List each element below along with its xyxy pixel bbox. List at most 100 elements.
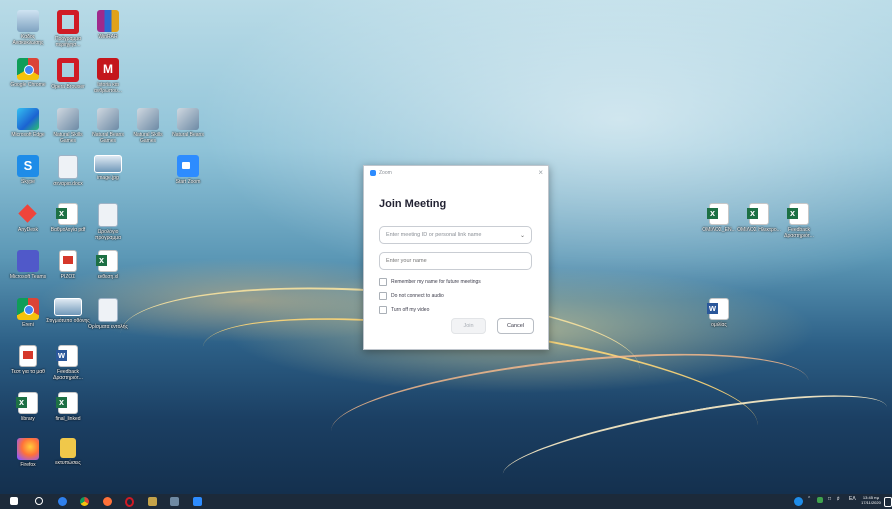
skype-icon: S	[17, 155, 39, 177]
desktop-icon-winrar[interactable]: WinRAR	[86, 10, 130, 40]
speaker-icon[interactable]: □	[828, 496, 831, 502]
light-streak	[326, 335, 814, 477]
desktop-icon-image-1[interactable]: image.jpg	[86, 155, 130, 181]
desktop-icon-excel-right-1[interactable]: ΟΜΙΛΟΣ_ΕΝ...	[697, 203, 741, 233]
chevron-up-icon[interactable]: ⌃	[807, 496, 811, 502]
opera-icon	[57, 10, 79, 34]
desktop-icon-folder[interactable]: εκτυπώσεις	[46, 438, 90, 466]
desktop-icon-document-1[interactable]: σεναρια.docx	[46, 155, 90, 187]
meeting-id-placeholder: Enter meeting ID or personal link name	[386, 232, 482, 238]
pdf-icon	[19, 345, 37, 367]
desktop-icon-opera[interactable]: Πρόγραμμα περιήγησ...	[46, 10, 90, 48]
teams-icon	[17, 250, 39, 272]
remember-name-label: Remember my name for future meetings	[391, 279, 481, 285]
desktop-icon-excel-right-2[interactable]: ΟΜΙΛΟΣ Ηλεκτρο...	[737, 203, 781, 233]
notifications-icon[interactable]	[884, 497, 892, 507]
desktop-icon-edge[interactable]: Microsoft Edge	[6, 108, 50, 138]
desktop-icon-natural-beans-1[interactable]: Natural Beans Games	[86, 108, 130, 144]
skype-tray-icon[interactable]	[794, 497, 803, 506]
video-off-option[interactable]: Turn off my video	[379, 306, 429, 314]
document-icon	[58, 155, 78, 179]
join-meeting-dialog: Zoom × Join Meeting Enter meeting ID or …	[363, 165, 549, 350]
edge-taskbar-icon[interactable]	[58, 497, 67, 506]
desktop-icon-teams[interactable]: Microsoft Teams	[6, 250, 50, 280]
start-windows-icon[interactable]	[10, 497, 18, 505]
desktop-icon-firefox[interactable]: Firefox	[6, 438, 50, 468]
chrome-icon	[17, 58, 39, 80]
excel-icon	[96, 250, 118, 272]
desktop-icon-natural-skills-1[interactable]: Natural Skills Games	[46, 108, 90, 144]
firefox-icon	[17, 438, 39, 460]
natural-skills-taskbar-icon[interactable]	[170, 497, 179, 506]
no-audio-checkbox[interactable]	[379, 292, 387, 300]
network-tray-icon[interactable]	[817, 497, 823, 503]
dialog-heading: Join Meeting	[379, 198, 447, 210]
desktop-icon-start-zoom[interactable]: Start Zoom	[166, 155, 210, 185]
desktop-icon-excel-right-3[interactable]: Feedback Δραστηριότ...	[777, 203, 821, 239]
desktop-icon-word-right[interactable]: ομιλίας	[697, 298, 741, 328]
desktop-icon-anydesk[interactable]: AnyDesk	[6, 203, 50, 233]
taskbar: ⌃ □ ♯ ΕΛ 13:45 πμ 17/11/2020	[0, 494, 892, 509]
desktop-icon-document-3[interactable]: Ορίσματα εντολής	[86, 298, 130, 330]
mcgraw-icon: M	[97, 58, 119, 80]
document-icon	[98, 203, 118, 227]
boat-icon	[57, 108, 79, 130]
zoom-icon	[177, 155, 199, 177]
zoom-taskbar-icon[interactable]	[193, 497, 202, 506]
clock-date: 17/11/2020	[861, 500, 881, 505]
meeting-id-input[interactable]: Enter meeting ID or personal link name ⌄	[379, 226, 532, 244]
pdf-icon	[59, 250, 77, 272]
excel-icon	[787, 203, 809, 225]
desktop-icon-natural-skills-2[interactable]: Natural Skills Games	[126, 108, 170, 144]
image-icon	[54, 298, 82, 316]
chrome-icon	[17, 298, 39, 320]
dialog-app-title: Zoom	[379, 170, 392, 176]
join-button[interactable]: Join	[451, 318, 486, 334]
desktop-icon-pdf-1[interactable]: ΡΙΖΟΣ	[46, 250, 90, 280]
winrar-icon	[97, 10, 119, 32]
desktop-icon-opera-browser[interactable]: Opera Browser	[46, 58, 90, 90]
desktop-icon-chrome-ereni[interactable]: Ereni	[6, 298, 50, 328]
desktop-icon-mcgraw[interactable]: M Ιstoria και ανθρώπου...	[86, 58, 130, 94]
desktop-icon-pdf-2[interactable]: Τεστ για τα μαθ	[6, 345, 50, 375]
desktop-icon-excel-2[interactable]: εκθεση.xl	[86, 250, 130, 280]
opera-taskbar-icon[interactable]	[125, 497, 134, 507]
excel-icon	[56, 203, 78, 225]
desktop-icon-excel-1[interactable]: Βαθμολογία pdf	[46, 203, 90, 233]
video-off-checkbox[interactable]	[379, 306, 387, 314]
close-icon[interactable]: ×	[538, 168, 543, 177]
zoom-logo-icon	[370, 170, 376, 176]
excel-icon	[707, 203, 729, 225]
remember-name-option[interactable]: Remember my name for future meetings	[379, 278, 481, 286]
search-icon[interactable]	[35, 497, 43, 505]
word-icon	[56, 345, 78, 367]
light-streak	[497, 376, 892, 506]
desktop-icon-recycle-bin[interactable]: Κάδος Ανακύκλωσης	[6, 10, 50, 46]
desktop-icon-skype[interactable]: S Skype	[6, 155, 50, 185]
clock[interactable]: 13:45 πμ 17/11/2020	[860, 495, 882, 505]
firefox-taskbar-icon[interactable]	[103, 497, 112, 506]
language-indicator[interactable]: ΕΛ	[849, 496, 856, 502]
recycle-bin-icon	[17, 10, 39, 32]
desktop-icon-library[interactable]: library	[6, 392, 50, 422]
desktop-icon-word-1[interactable]: Feedback Δραστηριότ...	[46, 345, 90, 381]
chevron-down-icon[interactable]: ⌄	[520, 232, 525, 239]
cancel-button[interactable]: Cancel	[497, 318, 534, 334]
boat-icon	[97, 108, 119, 130]
desktop-icon-natural-beans-2[interactable]: Natural Beans	[166, 108, 210, 138]
desktop-icon-image-2[interactable]: Στιγμιότυπο οθόνης	[46, 298, 90, 324]
chrome-taskbar-icon[interactable]	[80, 497, 89, 506]
desktop-icon-chrome[interactable]: Google Chrome	[6, 58, 50, 88]
desktop-icon-final-linked[interactable]: final_linked	[46, 392, 90, 422]
no-audio-option[interactable]: Do not connect to audio	[379, 292, 444, 300]
folder-icon	[60, 438, 76, 458]
volume-icon[interactable]: ♯	[837, 496, 840, 502]
excel-icon	[747, 203, 769, 225]
no-audio-label: Do not connect to audio	[391, 293, 444, 299]
image-icon	[94, 155, 122, 173]
remember-name-checkbox[interactable]	[379, 278, 387, 286]
dialog-titlebar: Zoom	[370, 170, 392, 176]
name-input[interactable]	[379, 252, 532, 270]
file-explorer-icon[interactable]	[148, 497, 157, 506]
desktop-icon-document-2[interactable]: Ωρολόγιο πρόγραμμα	[86, 203, 130, 241]
